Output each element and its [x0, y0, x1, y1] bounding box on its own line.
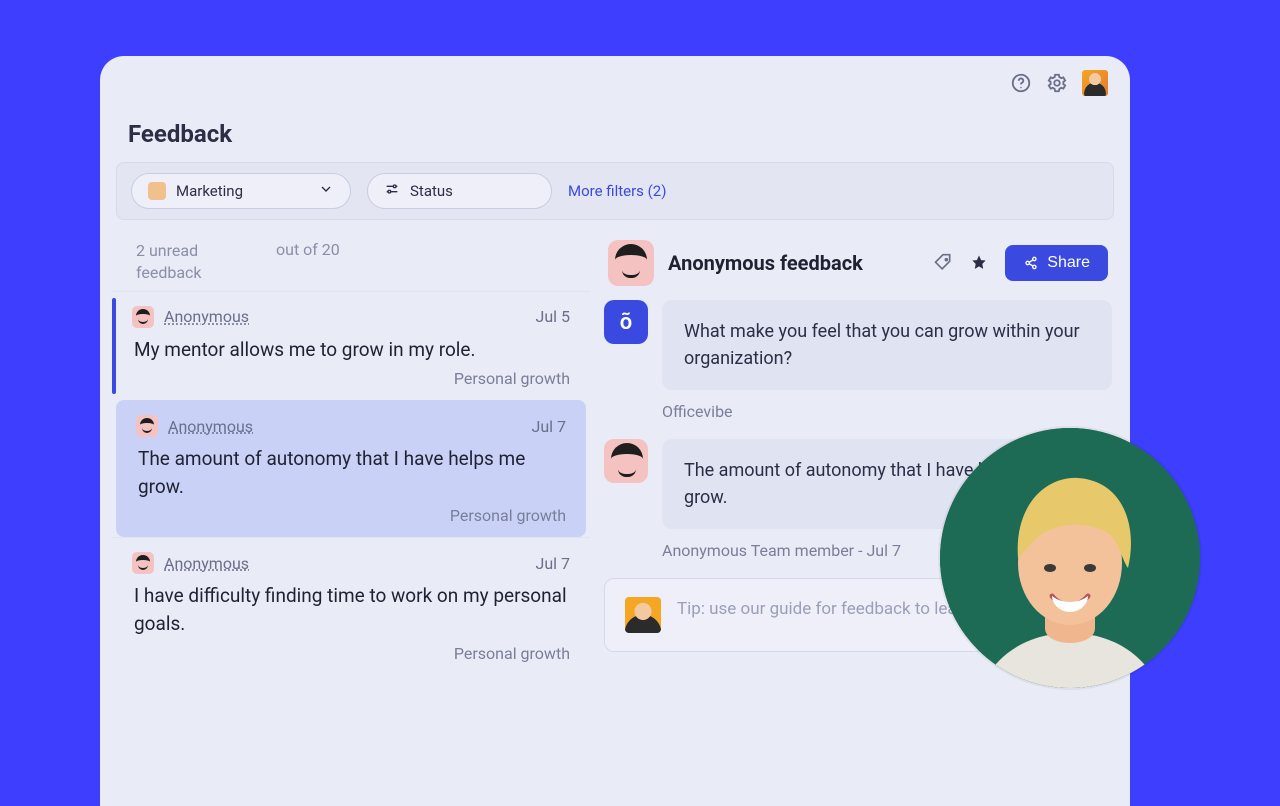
- feedback-tag: Personal growth: [132, 365, 570, 388]
- feedback-author: Anonymous: [168, 417, 253, 436]
- feedback-body: My mentor allows me to grow in my role.: [132, 328, 570, 366]
- feedback-author: Anonymous: [164, 554, 249, 573]
- team-select[interactable]: Marketing: [131, 173, 351, 209]
- decorative-user-photo: [940, 428, 1200, 688]
- current-user-avatar[interactable]: [1082, 70, 1108, 96]
- current-user-avatar: [625, 597, 661, 633]
- feedback-date: Jul 5: [536, 307, 571, 326]
- tag-icon[interactable]: [933, 253, 953, 273]
- feedback-body: I have difficulty finding time to work o…: [132, 574, 570, 639]
- feedback-body: The amount of autonomy that I have helps…: [136, 437, 566, 502]
- feedback-date: Jul 7: [532, 417, 567, 436]
- feedback-tag: Personal growth: [132, 640, 570, 663]
- unread-count-line1: 2 unread: [136, 241, 198, 260]
- feedback-list-item[interactable]: Anonymous Jul 7 The amount of autonomy t…: [116, 400, 586, 537]
- sliders-icon: [384, 181, 400, 201]
- team-color-swatch: [148, 182, 166, 200]
- gear-icon[interactable]: [1046, 72, 1068, 94]
- chevron-down-icon: [318, 181, 334, 201]
- app-window: Feedback Marketing Status More filters (…: [100, 56, 1130, 806]
- anonymous-avatar-icon: [132, 552, 154, 574]
- anonymous-avatar-icon: [604, 439, 648, 483]
- page-title: Feedback: [100, 102, 1130, 162]
- team-select-label: Marketing: [176, 182, 243, 200]
- feedback-date: Jul 7: [536, 554, 571, 573]
- feedback-list-item[interactable]: Anonymous Jul 5 My mentor allows me to g…: [112, 291, 590, 401]
- detail-header: Anonymous feedback Share: [604, 236, 1112, 300]
- feedback-list-item[interactable]: Anonymous Jul 7 I have difficulty findin…: [112, 537, 590, 674]
- feedback-tag: Personal growth: [136, 502, 566, 525]
- status-filter-label: Status: [410, 182, 453, 200]
- detail-title: Anonymous feedback: [668, 251, 863, 275]
- feedback-author: Anonymous: [164, 307, 249, 326]
- anonymous-avatar-icon: [608, 240, 654, 286]
- more-filters-link[interactable]: More filters (2): [568, 182, 666, 200]
- help-icon[interactable]: [1010, 72, 1032, 94]
- star-icon[interactable]: [969, 253, 989, 273]
- anonymous-avatar-icon: [136, 415, 158, 437]
- total-count: out of 20: [276, 240, 340, 285]
- feedback-list-pane: 2 unread feedback out of 20 Anonymous Ju…: [100, 226, 590, 796]
- topbar: [100, 56, 1130, 102]
- officevibe-avatar-icon: õ: [604, 300, 648, 344]
- filter-bar: Marketing Status More filters (2): [116, 162, 1114, 220]
- prompt-bubble: What make you feel that you can grow wit…: [662, 300, 1112, 390]
- share-button-label: Share: [1047, 254, 1090, 272]
- list-summary: 2 unread feedback out of 20: [112, 226, 590, 291]
- share-button[interactable]: Share: [1005, 245, 1108, 281]
- anonymous-avatar-icon: [132, 306, 154, 328]
- status-filter[interactable]: Status: [367, 173, 552, 209]
- prompt-row: õ What make you feel that you can grow w…: [604, 300, 1112, 390]
- unread-count-line2: feedback: [136, 263, 202, 282]
